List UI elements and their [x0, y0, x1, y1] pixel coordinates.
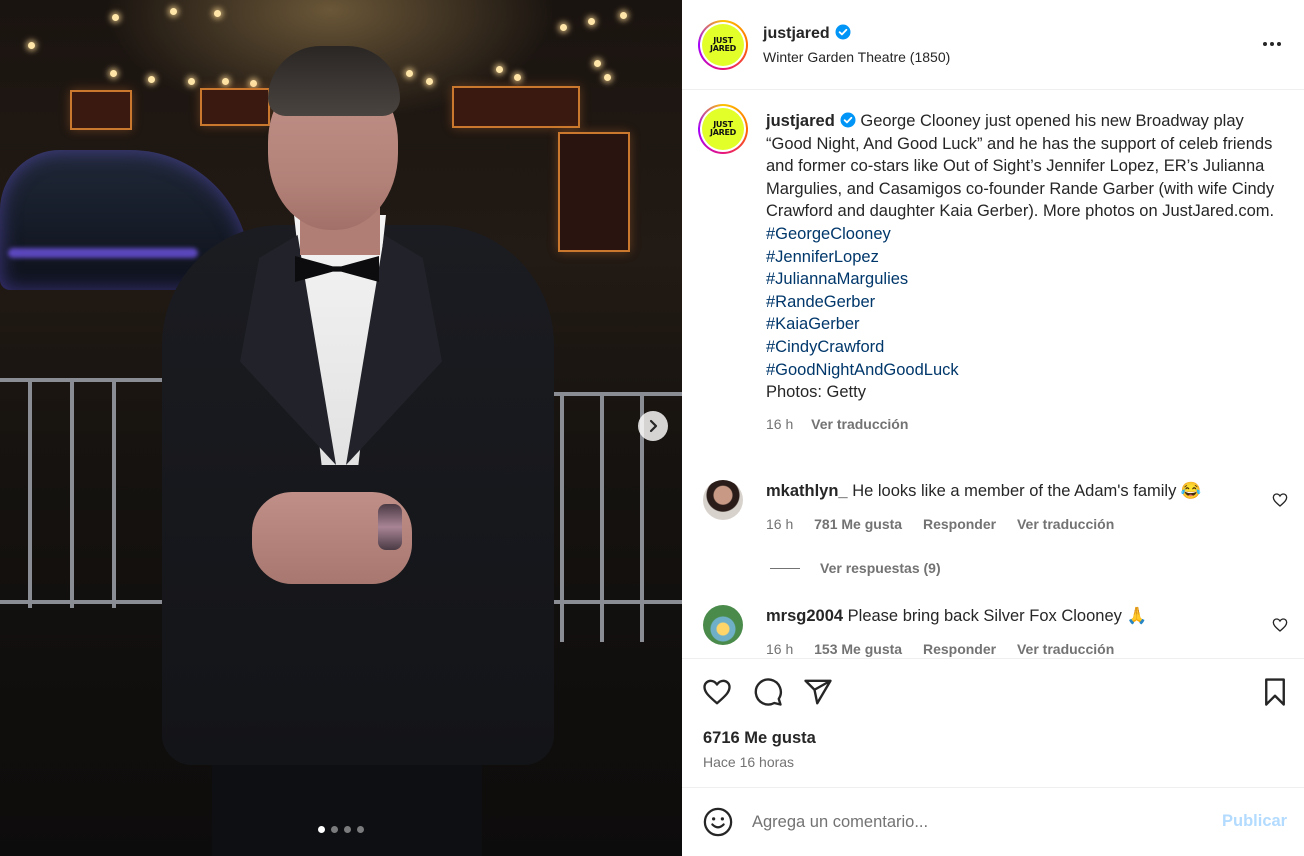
person-hair [268, 46, 400, 116]
barricade-bar [545, 392, 682, 396]
caption-username[interactable]: justjared [766, 112, 835, 130]
commenter-avatar[interactable] [703, 480, 743, 520]
hashtag-link[interactable]: #KaiaGerber [766, 313, 1276, 336]
carousel-indicator [318, 826, 364, 833]
account-username[interactable]: justjared [763, 25, 830, 42]
justjared-logo: JUST JARED [702, 108, 744, 150]
carousel-dot[interactable] [344, 826, 351, 833]
hashtag-link[interactable]: #JuliannaMargulies [766, 268, 1276, 291]
view-replies-label: Ver respuestas (9) [820, 560, 941, 576]
verified-badge-icon [840, 112, 856, 128]
hashtag-link[interactable]: #RandeGerber [766, 291, 1276, 314]
car-light [8, 248, 198, 258]
chevron-right-icon [649, 419, 658, 433]
verified-badge-icon [835, 24, 851, 40]
barricade-bar [112, 378, 116, 608]
post-photo [0, 0, 682, 856]
more-options-icon [1263, 42, 1267, 46]
comment-text-row: mkathlyn_ He looks like a member of the … [766, 482, 1201, 501]
post-actions: 6716 Me gusta Hace 16 horas [682, 658, 1304, 786]
barricade [0, 378, 180, 608]
caption-time[interactable]: 16 h [766, 416, 793, 432]
comment-username[interactable]: mkathlyn_ [766, 482, 848, 500]
marquee-sign [70, 90, 132, 130]
barricade-bar [28, 378, 32, 608]
post-header: JUST JARED justjared Winter Garden Theatr… [682, 0, 1304, 90]
account-avatar[interactable]: JUST JARED [698, 20, 748, 70]
likes-count[interactable]: 6716 Me gusta [703, 729, 816, 748]
barricade-bar [0, 600, 180, 604]
barricade-bar [70, 378, 74, 608]
barricade-bar [560, 392, 564, 642]
poster [558, 132, 630, 252]
comment-likes[interactable]: 781 Me gusta [814, 516, 902, 532]
carousel-dot[interactable] [318, 826, 325, 833]
replies-divider [770, 567, 800, 569]
hashtag-link[interactable]: #JenniferLopez [766, 246, 1276, 269]
comment-composer: Publicar [682, 787, 1304, 856]
comment-username[interactable]: mrsg2004 [766, 607, 843, 625]
post-details-panel: JUST JARED justjared Winter Garden Theatr… [682, 0, 1304, 856]
hashtag-link[interactable]: #CindyCrawford [766, 336, 1276, 359]
marquee-sign [452, 86, 580, 128]
comment-time[interactable]: 16 h [766, 641, 793, 657]
person-watch [378, 504, 402, 550]
carousel-dot[interactable] [331, 826, 338, 833]
paper-plane-icon[interactable] [803, 677, 833, 707]
barricade-bar [545, 600, 682, 604]
photo-credit: Photos: Getty [766, 383, 866, 402]
post-caption: justjared George Clooney just opened his… [766, 110, 1276, 435]
marquee-sign [200, 88, 270, 126]
caption-avatar[interactable]: JUST JARED [698, 104, 748, 154]
post-timestamp: Hace 16 horas [703, 754, 795, 770]
account-name-row: justjared [763, 24, 851, 43]
translate-link[interactable]: Ver traducción [1017, 641, 1114, 657]
carousel-dot[interactable] [357, 826, 364, 833]
comment-text-row: mrsg2004 Please bring back Silver Fox Cl… [766, 607, 1147, 626]
comment-time[interactable]: 16 h [766, 516, 793, 532]
heart-icon[interactable] [1272, 492, 1288, 508]
justjared-logo: JUST JARED [702, 24, 744, 66]
comment-likes[interactable]: 153 Me gusta [814, 641, 902, 657]
heart-icon[interactable] [1272, 617, 1288, 633]
hashtag-link[interactable]: #GoodNightAndGoodLuck [766, 359, 1276, 382]
comment-input[interactable] [752, 810, 1202, 834]
smiley-icon[interactable] [703, 807, 733, 837]
hashtag-link[interactable]: #GeorgeClooney [766, 223, 1276, 246]
heart-icon[interactable] [702, 677, 732, 707]
comment-body: Please bring back Silver Fox Clooney 🙏 [847, 607, 1148, 625]
view-replies-button[interactable]: Ver respuestas (9) [770, 560, 941, 576]
more-options-button[interactable] [1258, 34, 1286, 54]
comment-body: He looks like a member of the Adam's fam… [852, 482, 1202, 500]
reply-button[interactable]: Responder [923, 516, 996, 532]
carousel-next-button[interactable] [638, 411, 668, 441]
reply-button[interactable]: Responder [923, 641, 996, 657]
caption-text: George Clooney just opened his new Broad… [766, 112, 1275, 221]
comments-section[interactable]: JUST JARED justjared George Clooney just … [682, 91, 1304, 657]
post-location[interactable]: Winter Garden Theatre (1850) [763, 49, 950, 65]
bookmark-icon[interactable] [1260, 677, 1290, 707]
caption-translate-link[interactable]: Ver traducción [811, 416, 908, 432]
comment-bubble-icon[interactable] [753, 677, 783, 707]
translate-link[interactable]: Ver traducción [1017, 516, 1114, 532]
barricade-bar [600, 392, 604, 642]
comment-meta: 16 h 781 Me gusta Responder Ver traducci… [766, 516, 1131, 532]
commenter-avatar[interactable] [703, 605, 743, 645]
publish-button[interactable]: Publicar [1222, 812, 1287, 831]
caption-meta: 16 h Ver traducción [766, 413, 1276, 436]
comment-meta: 16 h 153 Me gusta Responder Ver traducci… [766, 641, 1131, 657]
